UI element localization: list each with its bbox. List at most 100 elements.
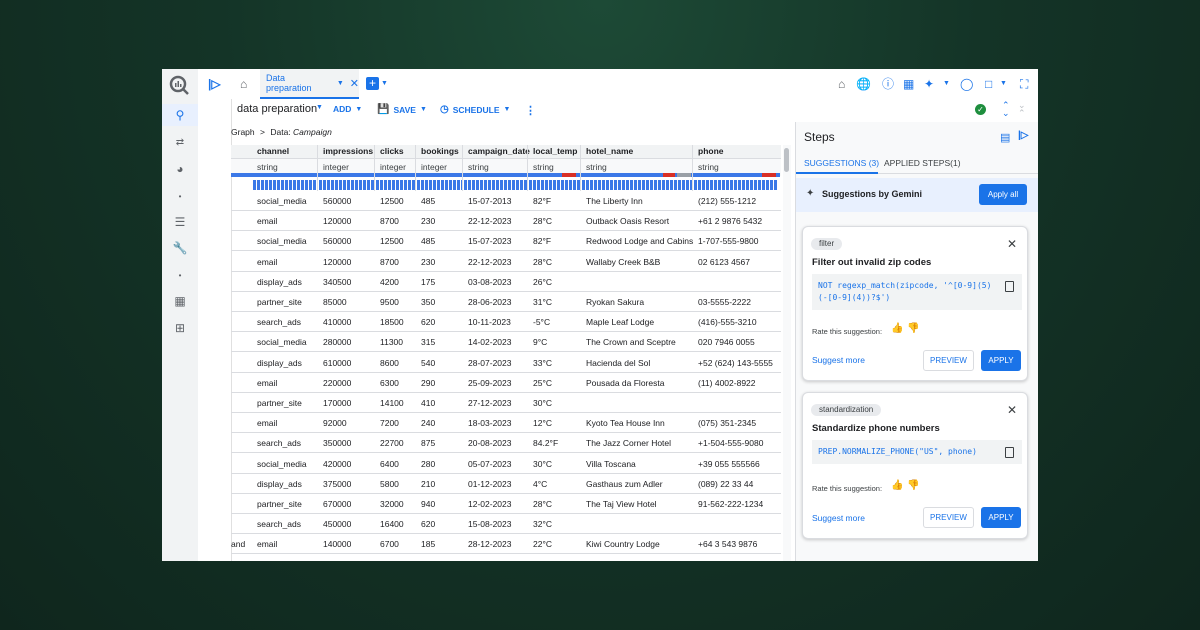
apply-all-button[interactable]: Apply all (979, 184, 1027, 205)
table-row[interactable]: email 220000 6300 290 25-09-2023 25°C Pousada … (231, 373, 781, 393)
thumbs-up-icon[interactable]: 👍 (891, 480, 903, 491)
add-button[interactable]: ADD ▼ (333, 104, 362, 114)
preview-button[interactable]: PREVIEW (923, 350, 974, 371)
table-cell: display_ads (257, 357, 302, 368)
expand-icon[interactable]: ⌄ ⌃ (1018, 101, 1026, 118)
collapse-panel-icon[interactable]: |▷ (1018, 130, 1029, 141)
table-cell: 230 (421, 256, 436, 267)
close-icon[interactable]: ✕ (1007, 403, 1017, 417)
table-row[interactable]: display_ads 610000 8600 540 28-07-2023 33°C Ha… (231, 353, 781, 373)
tab-applied-steps[interactable]: APPLIED STEPS(1) (884, 158, 961, 168)
fullscreen-icon[interactable]: ⛶ (1020, 77, 1028, 91)
table-row[interactable]: email 120000 8700 230 22-12-2023 28°C Wallaby … (231, 252, 781, 272)
new-tab-plus-icon[interactable]: + (366, 77, 379, 90)
close-icon[interactable]: ✕ (350, 77, 359, 90)
more-vert-icon[interactable]: ⋮ (525, 104, 536, 117)
table-cell: search_ads (257, 317, 301, 328)
column-divider[interactable] (527, 145, 528, 191)
column-header[interactable]: clicks (380, 145, 404, 158)
thumbs-down-icon[interactable]: 👎 (907, 323, 919, 334)
bigquery-logo-icon[interactable] (168, 74, 190, 96)
table-cell: partner_site (257, 499, 302, 509)
column-divider[interactable] (462, 145, 463, 191)
column-header[interactable]: campaign_date (468, 145, 530, 158)
dock-icon[interactable]: ▤ (1000, 131, 1010, 144)
column-header[interactable]: bookings (421, 145, 459, 158)
keyboard-icon[interactable]: ▦ (903, 77, 914, 91)
chevron-down-icon[interactable]: ▼ (337, 80, 344, 87)
magic-wand-icon[interactable]: ✦ (924, 77, 934, 91)
collapse-icon[interactable]: ⌃ ⌄ (1002, 101, 1010, 118)
table-row[interactable]: partner_site 85000 9500 350 28-06-2023 31°C Ry… (231, 292, 781, 312)
copy-icon[interactable] (1005, 281, 1014, 292)
chevron-down-icon[interactable]: ▼ (943, 77, 950, 91)
dot-icon: • (178, 270, 182, 280)
table-row[interactable]: social_media 560000 12500 485 15-07-2013 82°F… (231, 191, 781, 211)
tab-data-preparation[interactable]: Data preparation ▼ ✕ (260, 69, 359, 99)
table-row[interactable]: social_media 560000 12500 485 15-07-2023 82°F… (231, 231, 781, 252)
column-header[interactable]: impressions (323, 145, 373, 158)
dashboard-icon[interactable]: ▦ (162, 290, 198, 312)
home-icon[interactable]: ⌂ (838, 77, 845, 91)
table-row[interactable]: search_ads 350000 22700 875 20-08-2023 84.2°F… (231, 433, 781, 454)
expand-panel-icon[interactable]: |▷ (208, 77, 221, 91)
pipeline-name[interactable]: data preparation (237, 103, 317, 115)
chevron-down-icon[interactable]: ▼ (1000, 77, 1007, 91)
tab-suggestions[interactable]: SUGGESTIONS (3) (804, 158, 879, 168)
preview-button[interactable]: PREVIEW (923, 507, 974, 528)
table-row[interactable]: and email 140000 6700 185 28-12-2023 22°C Kiwi … (231, 534, 781, 555)
home-icon[interactable]: ⌂ (240, 77, 247, 91)
histogram (529, 180, 581, 190)
suggestion-code: PREP.NORMALIZE_PHONE("US", phone) (812, 440, 1022, 464)
table-row[interactable]: email 120000 8700 230 22-12-2023 28°C Outback … (231, 211, 781, 232)
lightbulb-icon[interactable]: ◯ (960, 77, 973, 91)
error-segment (762, 173, 776, 177)
wrench-icon[interactable]: 🔧 (162, 237, 198, 259)
search-icon[interactable]: ⚲ (162, 104, 198, 126)
save-button[interactable]: 💾 SAVE ▼ (377, 104, 427, 115)
table-row[interactable]: social_media 280000 11300 315 14-02-2023 9°C T… (231, 332, 781, 353)
column-divider[interactable] (374, 145, 375, 191)
transfer-icon[interactable]: ⇄ (162, 131, 198, 153)
column-divider[interactable] (317, 145, 318, 191)
table-row[interactable]: display_ads 340500 4200 175 03-08-2023 26°C (231, 272, 781, 292)
close-icon[interactable]: ✕ (1007, 237, 1017, 251)
column-header[interactable]: local_temp (533, 145, 577, 158)
info-icon[interactable]: ⓘ (882, 77, 894, 91)
copy-icon[interactable] (1005, 447, 1014, 458)
column-header[interactable]: channel (257, 145, 289, 158)
table-icon[interactable]: ⊞ (162, 317, 198, 339)
chevron-down-icon[interactable]: ▼ (381, 77, 388, 91)
dropdown-button[interactable]: ▼ (316, 104, 323, 111)
table-row[interactable]: partner_site 170000 14100 410 27-12-2023 30°C (231, 393, 781, 413)
list-icon[interactable]: ☰ (162, 211, 198, 233)
table-cell: Pousada da Floresta (586, 377, 665, 388)
column-header[interactable]: phone (698, 145, 724, 158)
chevron-down-icon: ▼ (419, 106, 427, 113)
suggest-more-link[interactable]: Suggest more (812, 355, 865, 365)
column-divider[interactable] (415, 145, 416, 191)
scroll-thumb[interactable] (784, 148, 789, 172)
table-row[interactable]: display_ads 375000 5800 210 01-12-2023 4°C Gas… (231, 474, 781, 494)
thumbs-up-icon[interactable]: 👍 (891, 323, 903, 334)
layout-icon[interactable]: □ (985, 77, 992, 91)
column-header[interactable]: hotel_name (586, 145, 633, 158)
gauge-icon[interactable]: ◕ (162, 158, 198, 180)
schedule-button[interactable]: ◷ SCHEDULE ▼ (440, 104, 510, 115)
table-row[interactable]: partner_site 670000 32000 940 12-02-2023 28°C… (231, 494, 781, 514)
globe-icon[interactable]: 🌐 (856, 77, 871, 91)
table-cell: (11) 4002-8922 (698, 377, 756, 388)
apply-button[interactable]: APPLY (981, 350, 1021, 371)
breadcrumb-root[interactable]: Graph (231, 127, 255, 137)
apply-button[interactable]: APPLY (981, 507, 1021, 528)
table-row[interactable]: search_ads 410000 18500 620 10-11-2023 -5°C Ma… (231, 312, 781, 333)
grid-scrollbar[interactable] (783, 145, 791, 561)
thumbs-down-icon[interactable]: 👎 (907, 480, 919, 491)
column-divider[interactable] (692, 145, 693, 191)
table-cell: partner_site (257, 297, 302, 307)
table-row[interactable]: email 92000 7200 240 18-03-2023 12°C Kyoto Tea… (231, 413, 781, 434)
table-row[interactable]: search_ads 450000 16400 620 15-08-2023 32°C (231, 514, 781, 535)
table-row[interactable]: social_media 420000 6400 280 05-07-2023 30°C V… (231, 454, 781, 474)
column-divider[interactable] (580, 145, 581, 191)
suggest-more-link[interactable]: Suggest more (812, 513, 865, 523)
